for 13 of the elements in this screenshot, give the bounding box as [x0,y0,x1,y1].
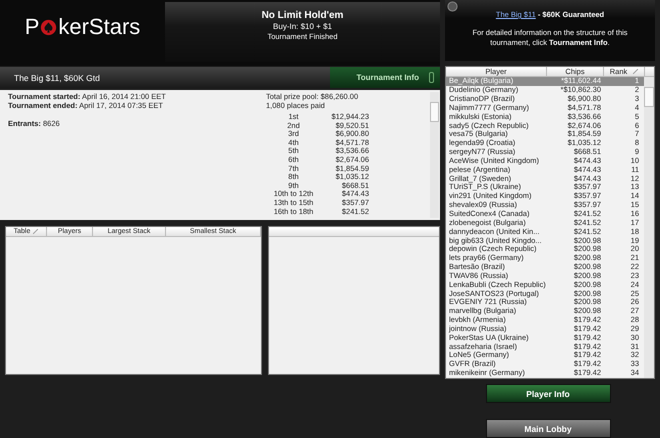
pokerstars-logo: P kerStars [24,13,142,41]
chip-icon [447,1,458,12]
buy-in-text: Buy-In: $10 + $1 [272,22,333,31]
scrollbar[interactable] [430,92,439,218]
action-button[interactable]: Player Info [486,384,610,403]
spade-icon [40,18,58,36]
sort-icon [33,229,38,234]
tournament-name: The Big $11, $60K Gtd [13,72,100,82]
game-title: No Limit Hold'em [260,10,344,21]
action-button[interactable]: Main Lobby [486,419,610,438]
sort-icon [633,69,638,74]
tournament-info-button[interactable]: Tournament Info [330,67,440,88]
scrollbar[interactable] [644,77,654,378]
